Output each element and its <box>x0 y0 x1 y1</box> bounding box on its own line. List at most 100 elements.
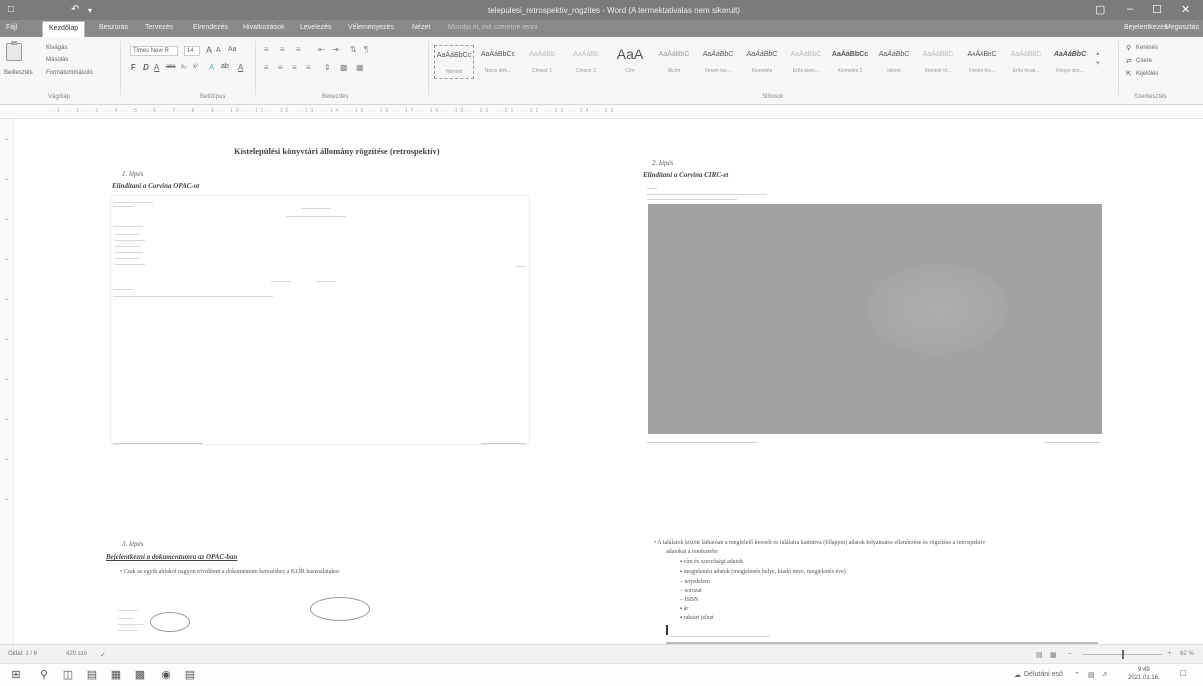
page-count[interactable]: Oldal: 1 / 6 <box>8 651 37 657</box>
shading-icon[interactable]: ▩ <box>340 63 348 72</box>
screenshot-tray <box>481 443 526 444</box>
style-intense-reference[interactable]: AaÁáBbC Erős hivat... <box>1006 45 1046 79</box>
weather-icon[interactable]: ☁ <box>1014 671 1021 679</box>
style-title[interactable]: AaA Cím <box>610 45 650 79</box>
ribbon-display-options-icon[interactable]: ▢ <box>1095 3 1105 16</box>
find-button[interactable]: Keresés <box>1136 45 1158 51</box>
paste-icon[interactable] <box>6 41 22 61</box>
tray-chevron-icon[interactable]: ⌃ <box>1074 671 1080 679</box>
style-emphasis[interactable]: AaÁáBbC Kiemelés <box>742 45 782 79</box>
zoom-level[interactable]: 62 % <box>1180 651 1194 657</box>
copy-button[interactable]: Másolás <box>46 57 68 63</box>
minimize-button[interactable]: – <box>1127 3 1133 15</box>
cut-button[interactable]: Kivágás <box>46 45 67 51</box>
font-color-button[interactable]: A <box>238 63 243 72</box>
multilevel-list-icon[interactable]: ≡ <box>296 45 301 54</box>
save-icon[interactable]: □ <box>8 4 14 15</box>
undo-icon[interactable]: ↶ <box>71 4 79 15</box>
style-emphasis-2[interactable]: AaÁáBbCc Kiemelés 2 <box>830 45 870 79</box>
justify-icon[interactable]: ≡ <box>306 63 311 72</box>
style-subtle-emphasis[interactable]: AaÁáBbC Finom kie... <box>698 45 738 79</box>
maximize-button[interactable]: ☐ <box>1152 3 1162 16</box>
select-button[interactable]: Kijelölés <box>1136 71 1158 77</box>
vertical-ruler[interactable] <box>0 119 14 644</box>
search-icon[interactable]: ⚲ <box>38 669 50 681</box>
tab-home[interactable]: Kezdőlap <box>42 21 86 37</box>
network-icon[interactable]: ▤ <box>1088 671 1095 679</box>
style-heading-1[interactable]: AaÁáBb Címsor 1 <box>522 45 562 79</box>
subscript-button[interactable]: x₂ <box>181 64 186 70</box>
replace-button[interactable]: Csere <box>1136 58 1152 64</box>
close-button[interactable]: ✕ <box>1181 3 1190 16</box>
sign-in-link[interactable]: Bejelentkezés <box>1124 24 1168 31</box>
zoom-minus-button[interactable]: – <box>1068 651 1071 657</box>
style-subtle-reference[interactable]: AaÁáBbC Finom hiv... <box>962 45 1002 79</box>
increase-indent-icon[interactable]: ⇥ <box>332 45 339 54</box>
app-icon[interactable]: ▤ <box>184 669 196 681</box>
task-view-icon[interactable]: ◫ <box>62 669 74 681</box>
bullets-icon[interactable]: ≡ <box>264 45 269 54</box>
grow-font-button[interactable]: A <box>206 45 212 55</box>
word-count[interactable]: 420 szó <box>66 651 87 657</box>
style-intense-emphasis[interactable]: AaÁáBbC Erős kiem... <box>786 45 826 79</box>
style-no-spacing[interactable]: AaÁáBbCc Nincs térk... <box>478 45 518 79</box>
change-case-button[interactable]: Aa <box>228 46 237 53</box>
windows-start-icon[interactable]: ⊞ <box>10 669 22 681</box>
italic-button[interactable]: D <box>143 63 149 72</box>
align-left-icon[interactable]: ≡ <box>264 63 269 72</box>
weather-text[interactable]: Délutáni eső <box>1024 671 1063 678</box>
styles-scroll-up-icon[interactable]: ▴ <box>1096 49 1100 57</box>
word-app-icon[interactable]: ▦ <box>110 669 122 681</box>
browser-icon[interactable]: ◉ <box>160 669 172 681</box>
tell-me-search[interactable]: Mondja el, mit szeretne tenni <box>448 24 538 31</box>
format-painter-button[interactable]: Formátummásoló <box>46 70 93 76</box>
style-normal[interactable]: AaÁáBbCc Normál <box>434 45 474 79</box>
ribbon-tab-bar: Fájl Kezdőlap Beszúrás Tervezés Elrendez… <box>0 20 1203 37</box>
sort-icon[interactable]: ⇅ <box>350 45 357 54</box>
numbering-icon[interactable]: ≡ <box>280 45 285 54</box>
borders-icon[interactable]: ▦ <box>356 63 364 72</box>
decrease-indent-icon[interactable]: ⇤ <box>318 45 325 54</box>
zoom-plus-button[interactable]: + <box>1168 651 1172 657</box>
superscript-button[interactable]: x² <box>193 64 198 70</box>
strikethrough-button[interactable]: abc <box>166 64 176 70</box>
tab-insert[interactable]: Beszúrás <box>99 24 128 31</box>
tab-review[interactable]: Véleményezés <box>348 24 394 31</box>
zoom-slider-thumb[interactable] <box>1122 650 1124 659</box>
notification-icon[interactable]: □ <box>1180 668 1186 679</box>
bold-button[interactable]: F <box>131 63 136 72</box>
underline-button[interactable]: A <box>154 63 159 72</box>
style-quote[interactable]: AaÁáBbC Idézet <box>874 45 914 79</box>
horizontal-ruler[interactable]: · 1 · 2 · 3 · 4 · 5 · 6 · 7 · 8 · 9 · 10… <box>0 105 1203 119</box>
share-button[interactable]: Megosztás <box>1165 24 1199 31</box>
tab-mailings[interactable]: Levelezés <box>300 24 332 31</box>
font-size-select[interactable]: 14 <box>184 46 200 56</box>
highlight-button[interactable]: ab <box>221 63 229 70</box>
proofing-icon[interactable]: ✓ <box>100 651 106 659</box>
text-effects-button[interactable]: A <box>209 63 214 72</box>
print-layout-icon[interactable]: ▦ <box>1050 651 1057 659</box>
tab-layout[interactable]: Elrendezés <box>193 24 228 31</box>
align-center-icon[interactable]: ≡ <box>278 63 283 72</box>
styles-scroll-down-icon[interactable]: ▾ <box>1096 59 1100 67</box>
line-spacing-icon[interactable]: ⇕ <box>324 63 331 72</box>
system-clock[interactable]: 9:49 2021.01.16. <box>1128 666 1160 682</box>
customize-quick-access-icon[interactable]: ▾ <box>88 6 92 15</box>
style-subtitle[interactable]: AaÁáBbC Alcím <box>654 45 694 79</box>
show-formatting-marks-icon[interactable]: ¶ <box>364 45 368 54</box>
volume-icon[interactable]: ♬ <box>1102 671 1109 678</box>
shrink-font-button[interactable]: A <box>216 47 221 54</box>
tab-view[interactable]: Nézet <box>412 24 430 31</box>
file-explorer-icon[interactable]: ▤ <box>86 669 98 681</box>
paste-button[interactable]: Beillesztés <box>4 70 33 76</box>
tab-references[interactable]: Hivatkozások <box>243 24 285 31</box>
app-icon[interactable]: ▩ <box>134 669 146 681</box>
style-book-title[interactable]: AaÁáBbC Könyv cím... <box>1050 45 1090 79</box>
style-heading-2[interactable]: AaÁáBb Címsor 2 <box>566 45 606 79</box>
align-right-icon[interactable]: ≡ <box>292 63 297 72</box>
font-name-select[interactable]: Times New R <box>130 46 178 56</box>
tab-file[interactable]: Fájl <box>6 24 17 31</box>
read-mode-icon[interactable]: ▤ <box>1036 651 1043 659</box>
tab-design[interactable]: Tervezés <box>145 24 173 31</box>
style-intense-quote[interactable]: AaÁáBbC Kiemelt id... <box>918 45 958 79</box>
